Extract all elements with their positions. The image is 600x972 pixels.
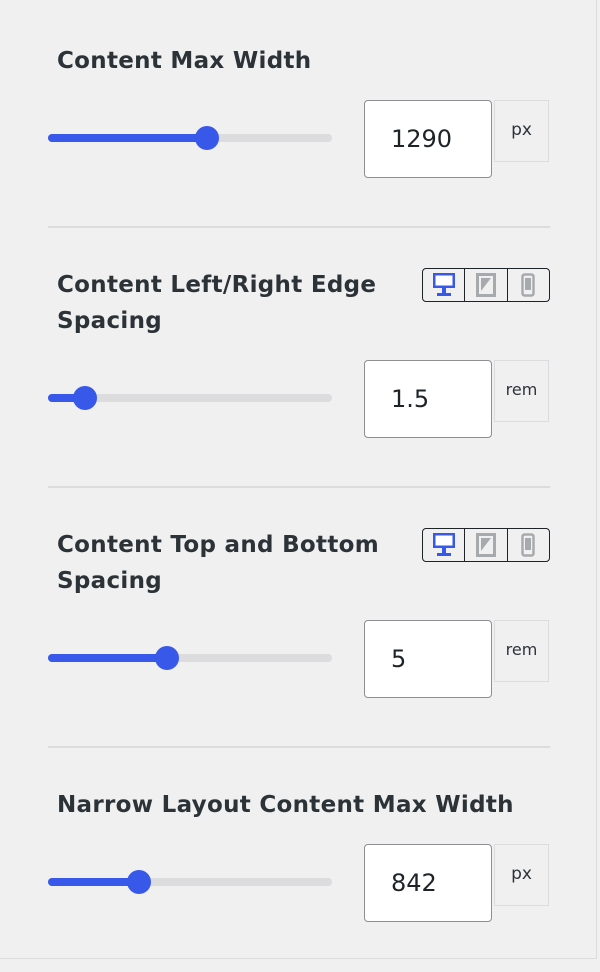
setting-label: Content Top and Bottom Spacing	[57, 532, 379, 594]
slider-fill	[48, 134, 208, 142]
responsive-device-switcher	[422, 528, 550, 562]
slider-track[interactable]	[48, 646, 332, 670]
unit-label: rem	[494, 360, 549, 422]
slider-handle[interactable]	[126, 870, 151, 894]
unit-label: px	[494, 100, 549, 162]
slider-handle[interactable]	[72, 386, 97, 410]
slider-fill	[48, 654, 168, 662]
desktop-icon	[432, 273, 455, 296]
divider	[48, 746, 550, 748]
tablet-device-button[interactable]	[465, 269, 508, 301]
mobile-device-button[interactable]	[508, 529, 549, 561]
value-input[interactable]	[364, 100, 492, 178]
slider-handle[interactable]	[155, 646, 180, 670]
tablet-icon	[475, 533, 496, 557]
settings-panel: Content Max Width px Content Left/Right …	[0, 0, 597, 959]
slider-track[interactable]	[48, 870, 332, 894]
value-input[interactable]	[364, 620, 492, 698]
desktop-device-button[interactable]	[423, 269, 466, 301]
responsive-device-switcher	[422, 268, 550, 302]
mobile-icon	[521, 273, 536, 297]
desktop-icon	[432, 533, 455, 556]
setting-label: Narrow Layout Content Max Width	[57, 792, 514, 818]
tablet-icon	[475, 273, 496, 297]
slider-track[interactable]	[48, 386, 332, 410]
value-input[interactable]	[364, 360, 492, 438]
divider	[48, 486, 550, 488]
mobile-device-button[interactable]	[508, 269, 549, 301]
setting-label: Content Left/Right Edge Spacing	[57, 272, 377, 334]
unit-label: px	[494, 844, 549, 906]
unit-label: rem	[494, 620, 549, 682]
slider-track[interactable]	[48, 126, 332, 150]
slider-fill	[48, 878, 139, 886]
slider-handle[interactable]	[195, 126, 220, 150]
tablet-device-button[interactable]	[465, 529, 508, 561]
desktop-device-button[interactable]	[423, 529, 466, 561]
divider	[48, 226, 550, 228]
setting-label: Content Max Width	[57, 48, 312, 74]
value-input[interactable]	[364, 844, 492, 922]
mobile-icon	[521, 533, 536, 557]
